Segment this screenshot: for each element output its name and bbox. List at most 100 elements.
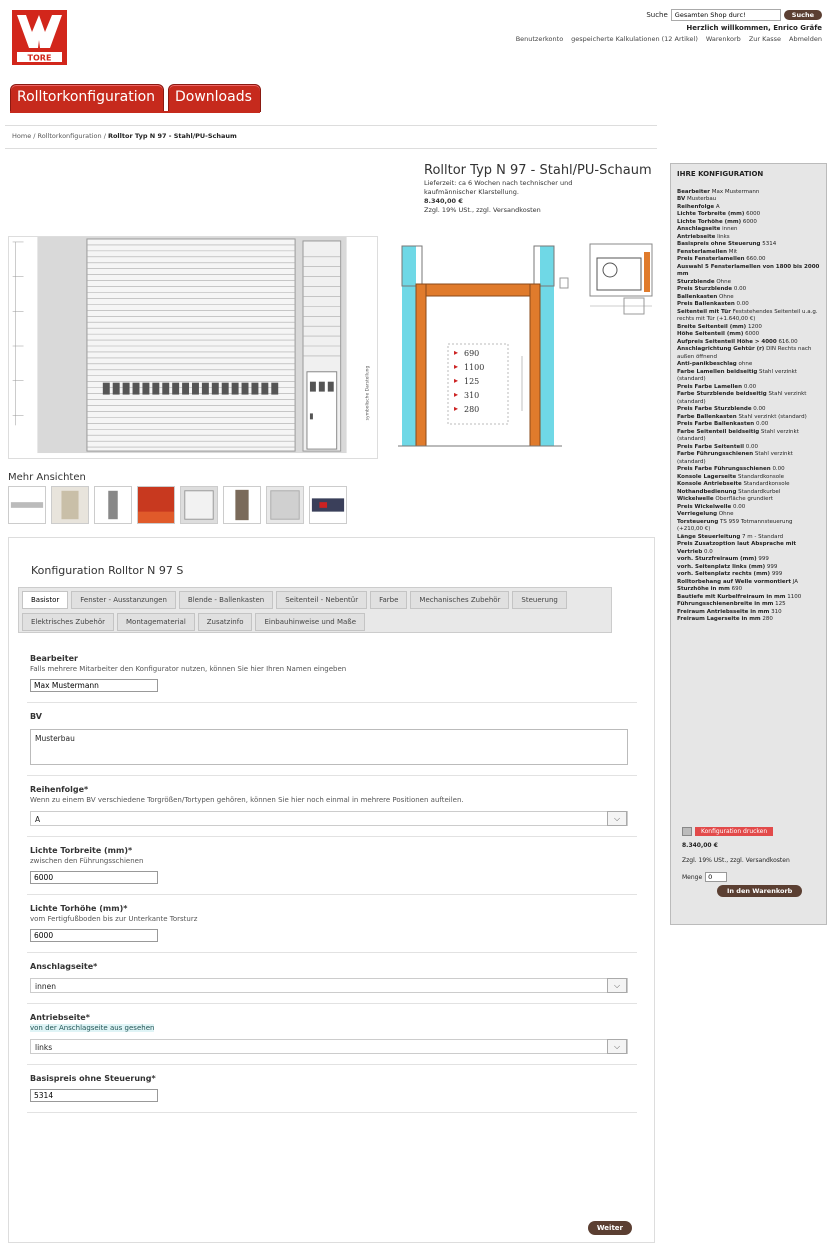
link-saved[interactable]: gespeicherte Kalkulationen (12 Artikel): [571, 35, 698, 43]
bearbeiter-input[interactable]: [30, 679, 158, 692]
summary-key: Preis Wickelwelle: [677, 503, 732, 510]
summary-row: Anschlagseite innen: [677, 226, 820, 234]
anschlag-select[interactable]: innen ⌵: [30, 978, 628, 993]
summary-value: Ohne: [719, 293, 734, 300]
summary-key: Verriegelung: [677, 511, 718, 517]
door-front-drawing[interactable]: symbolische Darstellung: [8, 236, 378, 459]
summary-row: Freiraum Lagerseite in mm 280: [677, 616, 820, 624]
tab-farbe[interactable]: Farbe: [370, 591, 408, 609]
field-antrieb: Antriebseite* von der Anschlagseite aus …: [27, 1004, 637, 1065]
summary-key: Freiraum Antriebsseite in mm: [677, 608, 770, 615]
door-section-drawing[interactable]: ▸ 690 ▸ 1100 ▸ 125 ▸ 310 ▸ 280: [392, 236, 664, 459]
summary-value: A: [715, 203, 720, 210]
field-label: Lichte Torbreite (mm)*: [30, 846, 133, 855]
summary-value: 125: [775, 601, 786, 607]
breadcrumb-section[interactable]: Rolltorkonfiguration: [38, 132, 102, 140]
reihenfolge-select[interactable]: A ⌵: [30, 811, 628, 826]
link-account[interactable]: Benutzerkonto: [516, 35, 563, 43]
summary-value: 999: [771, 571, 783, 577]
product-title: Rolltor Typ N 97 - Stahl/PU-Schaum: [424, 163, 652, 178]
hoehe-input[interactable]: [30, 929, 158, 942]
antrieb-select[interactable]: links ⌵: [30, 1039, 628, 1054]
tab-mech-zubehoer[interactable]: Mechanisches Zubehör: [410, 591, 510, 609]
tab-blende[interactable]: Blende - Ballenkasten: [178, 591, 274, 609]
summary-value: 280: [762, 616, 773, 622]
field-label: Antriebseite*: [30, 1013, 90, 1022]
summary-key: Länge Steuerleitung: [677, 533, 741, 540]
summary-value: Oberfläche grundiert: [715, 496, 773, 502]
summary-key: Nothandbedienung: [677, 488, 737, 495]
link-checkout[interactable]: Zur Kasse: [749, 35, 781, 43]
summary-row: Anti-panikbeschlag ohne: [677, 361, 820, 369]
link-logout[interactable]: Abmelden: [789, 35, 822, 43]
nav-config-button[interactable]: Rolltorkonfiguration: [10, 84, 164, 112]
thumbnail[interactable]: [309, 486, 347, 524]
summary-key: Sturzblende: [677, 278, 715, 285]
field-basispreis: Basispreis ohne Steuerung*: [27, 1065, 637, 1113]
summary-key: Basispreis ohne Steuerung: [677, 241, 761, 247]
thumbnail[interactable]: [94, 486, 132, 524]
summary-row: Preis Farbe Sturzblende 0.00: [677, 406, 820, 414]
tab-montage[interactable]: Montagematerial: [117, 613, 195, 631]
tab-zusatzinfo[interactable]: Zusatzinfo: [197, 613, 253, 631]
summary-value: 0.00: [745, 443, 758, 450]
tore-logo[interactable]: TORE: [12, 10, 67, 65]
summary-key: Farbe Ballenkasten: [677, 413, 737, 420]
chevron-down-icon[interactable]: ⌵: [607, 811, 627, 826]
tab-basistor[interactable]: Basistor: [22, 591, 69, 609]
thumbnail[interactable]: [137, 486, 175, 524]
chevron-down-icon[interactable]: ⌵: [607, 1039, 627, 1054]
tab-einbau[interactable]: Einbauhinweise und Maße: [255, 613, 366, 631]
summary-row: Preis Farbe Ballenkasten 0.00: [677, 421, 820, 429]
quantity-input[interactable]: [705, 872, 728, 882]
chevron-down-icon[interactable]: ⌵: [607, 978, 627, 993]
summary-key: Aufpreis Seitenteil Höhe > 4000: [677, 338, 777, 345]
print-config-button[interactable]: Konfiguration drucken: [695, 827, 774, 836]
product-price: 8.340,00 €: [424, 197, 463, 205]
tab-seitenteil[interactable]: Seitenteil - Nebentür: [276, 591, 368, 609]
summary-row: Nothandbedienung Standardkurbel: [677, 489, 820, 497]
search-button[interactable]: Suche: [783, 10, 822, 20]
summary-row: Antriebseite links: [677, 234, 820, 242]
summary-key: Auswahl 5 Fensterlamellen von 1800 bis 2…: [677, 263, 820, 278]
summary-key: Antriebseite: [677, 233, 716, 240]
config-tabs: Basistor Fenster - Ausstanzungen Blende …: [18, 587, 612, 633]
search-input[interactable]: [670, 9, 781, 21]
svg-text:▸: ▸: [454, 390, 458, 399]
bv-textarea[interactable]: Musterbau: [30, 729, 628, 765]
field-help: Wenn zu einem BV verschiedene Torgrößen/…: [30, 796, 464, 804]
nav-downloads-button[interactable]: Downloads: [168, 84, 261, 112]
summary-key: Torsteuerung: [677, 518, 719, 525]
add-to-cart-button[interactable]: In den Warenkorb: [717, 885, 803, 897]
tab-steuerung[interactable]: Steuerung: [512, 591, 567, 609]
summary-row: Preis Sturzblende 0.00: [677, 286, 820, 294]
dim-value: 310: [464, 391, 479, 400]
search-bar: Suche Suche: [646, 9, 822, 21]
breadcrumb-home[interactable]: Home: [12, 132, 31, 140]
summary-row: Farbe Führungsschienen Stahl verzinkt (s…: [677, 451, 820, 466]
basispreis-input[interactable]: [30, 1089, 158, 1102]
summary-key: Preis Farbe Ballenkasten: [677, 421, 755, 427]
summary-row: vorh. Seitenplatz rechts (mm) 999: [677, 571, 820, 579]
summary-row: Seitenteil mit Tür Feststehendes Seitent…: [677, 309, 820, 324]
summary-row: Anschlagrichtung Gehtür (r) DIN Rechts n…: [677, 346, 820, 361]
dim-value: 125: [464, 377, 479, 386]
summary-key: Freiraum Lagerseite in mm: [677, 616, 761, 622]
thumbnail[interactable]: [8, 486, 46, 524]
thumbnail[interactable]: [180, 486, 218, 524]
link-cart[interactable]: Warenkorb: [706, 35, 741, 43]
thumbnail[interactable]: [223, 486, 261, 524]
top-links: Benutzerkonto gespeicherte Kalkulationen…: [516, 35, 822, 43]
thumbnail[interactable]: [51, 486, 89, 524]
summary-row: Bautiefe mit Kurbelfreiraum in mm 1100: [677, 594, 820, 602]
thumbnail[interactable]: [266, 486, 304, 524]
summary-key: Farbe Lamellen beidseitig: [677, 368, 758, 375]
tab-elektr-zubehoer[interactable]: Elektrisches Zubehör: [22, 613, 114, 631]
field-label: Bearbeiter: [30, 654, 78, 663]
summary-value: 1100: [787, 593, 802, 600]
product-info: Lieferzeit: ca 6 Wochen nach technischer…: [424, 179, 594, 215]
next-button[interactable]: Weiter: [587, 1221, 632, 1235]
breite-input[interactable]: [30, 871, 158, 884]
tab-fenster[interactable]: Fenster - Ausstanzungen: [71, 591, 176, 609]
nav-underline: [10, 111, 260, 113]
